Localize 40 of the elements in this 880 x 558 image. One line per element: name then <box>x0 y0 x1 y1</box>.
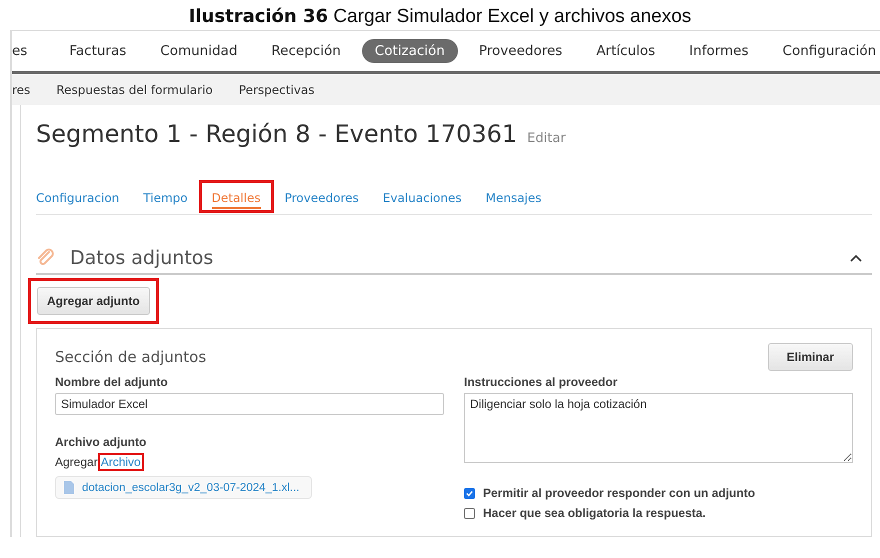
paperclip-icon <box>36 248 56 268</box>
checkbox-label: Permitir al proveedor responder con un adjunto <box>483 486 756 500</box>
name-field[interactable]: Simulador Excel <box>55 393 444 415</box>
checkbox[interactable] <box>464 508 475 518</box>
add-text: Agregar <box>55 455 98 469</box>
checkbox[interactable] <box>464 488 475 498</box>
nav-tab[interactable]: Informes <box>676 39 762 63</box>
field-label: Instrucciones al proveedor <box>464 375 618 389</box>
nav-tab[interactable]: Configuración <box>770 39 880 63</box>
card-title: Sección de adjuntos <box>55 348 206 366</box>
nav-tab[interactable]: Facturas <box>56 39 140 63</box>
nav-tab[interactable]: Recepción <box>258 39 354 63</box>
document-icon <box>64 481 74 494</box>
edit-link[interactable]: Editar <box>527 131 566 146</box>
tab[interactable]: Configuracion <box>36 190 120 208</box>
instructions-field[interactable]: Diligenciar solo la hoja cotización <box>464 393 853 463</box>
add-attachment-button[interactable]: Agregar adjunto <box>37 287 150 315</box>
tab[interactable]: Evaluaciones <box>382 190 462 208</box>
file-chip[interactable]: dotacion_escolar3g_v2_03-07-2024_1.xl... <box>55 476 312 499</box>
subnav-link[interactable]: res <box>12 82 30 96</box>
subnav-link[interactable]: Respuestas del formulario <box>56 82 213 96</box>
section-title: Datos adjuntos <box>70 247 214 269</box>
nav-tab[interactable]: Artículos <box>583 39 668 63</box>
nav-tab[interactable]: es <box>12 39 40 63</box>
nav-tab[interactable]: Cotización <box>362 39 458 63</box>
delete-button[interactable]: Eliminar <box>768 343 853 371</box>
field-label: Archivo adjunto <box>55 435 148 449</box>
tab[interactable]: Mensajes <box>486 190 542 208</box>
checkbox-label: Hacer que sea obligatoria la respuesta. <box>483 506 706 520</box>
tab[interactable]: Tiempo <box>143 190 188 208</box>
file-link[interactable]: Archivo <box>100 455 141 469</box>
tab[interactable]: Proveedores <box>284 190 359 208</box>
collapse-chevron-icon[interactable] <box>850 254 862 262</box>
nav-tab[interactable]: Comunidad <box>147 39 250 63</box>
subnav-link[interactable]: Perspectivas <box>238 82 314 96</box>
field-label: Nombre del adjunto <box>55 375 169 389</box>
file-name: dotacion_escolar3g_v2_03-07-2024_1.xl... <box>82 482 300 494</box>
figure-caption: Ilustración 36 Cargar Simulador Excel y archivos anexos <box>188 5 692 29</box>
nav-tab[interactable]: Proveedores <box>466 39 576 63</box>
page-title: Segmento 1 - Región 8 - Evento 170361 <box>36 120 518 148</box>
